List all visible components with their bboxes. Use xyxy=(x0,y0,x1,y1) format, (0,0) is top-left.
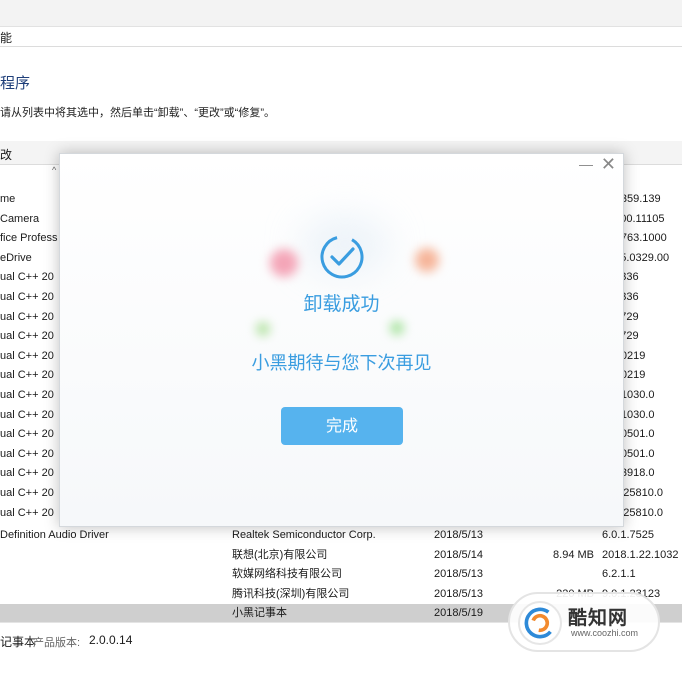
list-item[interactable]: ual C++ 20 xyxy=(0,504,60,524)
page-title: 程序 xyxy=(0,75,31,92)
close-button[interactable]: ✕ xyxy=(601,155,616,173)
address-text: 能 xyxy=(0,31,13,45)
list-item[interactable]: me xyxy=(0,190,60,210)
decorative-blob xyxy=(415,248,439,272)
list-item[interactable]: ual C++ 20 xyxy=(0,484,60,504)
cell-version: 2018.1.22.1032 xyxy=(602,548,679,561)
list-item[interactable]: ual C++ 20 xyxy=(0,288,60,308)
dialog-title: 卸载成功 xyxy=(303,293,380,315)
cell-publisher: 联想(北京)有限公司 xyxy=(232,548,328,561)
uninstall-success-dialog: — ✕ 卸载成功 小黑期待与您下次再见 完成 xyxy=(59,153,624,527)
cell-size: 8.94 MB xyxy=(553,548,594,561)
decorative-blob xyxy=(256,322,270,336)
cell-date: 2018/5/13 xyxy=(434,529,483,541)
program-name-column: me Camera fice Profess eDrive ual C++ 20… xyxy=(0,190,60,523)
done-button[interactable]: 完成 xyxy=(281,407,403,445)
column-header-name[interactable]: 改 xyxy=(0,146,12,163)
list-item[interactable]: ual C++ 20 xyxy=(0,268,60,288)
decorative-blob xyxy=(270,249,298,277)
product-version-value: 2.0.0.14 xyxy=(89,633,133,647)
selected-program-name: 记事本 xyxy=(0,635,37,649)
list-item[interactable]: ual C++ 20 xyxy=(0,386,60,406)
cell-name: Definition Audio Driver xyxy=(0,529,109,541)
list-item[interactable]: eDrive xyxy=(0,249,60,269)
table-row[interactable]: 联想(北京)有限公司 2018/5/14 8.94 MB 2018.1.22.1… xyxy=(0,546,682,566)
check-circle-icon xyxy=(320,235,364,279)
cell-version: 6.0.1.7525 xyxy=(602,529,654,541)
cell-publisher: 软媒网络科技有限公司 xyxy=(232,568,342,581)
list-item[interactable]: ual C++ 20 xyxy=(0,308,60,328)
list-item[interactable]: ual C++ 20 xyxy=(0,406,60,426)
list-item[interactable]: ual C++ 20 xyxy=(0,425,60,445)
list-item[interactable]: ual C++ 20 xyxy=(0,464,60,484)
watermark-url: www.coozhi.com xyxy=(571,628,639,638)
list-item[interactable]: ual C++ 20 xyxy=(0,366,60,386)
cell-publisher: 腾讯科技(深圳)有限公司 xyxy=(232,587,350,600)
table-row[interactable]: 软媒网络科技有限公司 2018/5/13 6.2.1.1 xyxy=(0,565,682,585)
cell-date: 2018/5/14 xyxy=(434,548,483,561)
list-item[interactable]: ual C++ 20 xyxy=(0,327,60,347)
cell-publisher: Realtek Semiconductor Corp. xyxy=(232,529,376,541)
page-instruction: 请从列表中将其选中，然后单击“卸载”、“更改”或“修复”。 xyxy=(0,107,275,119)
cell-date: 2018/5/13 xyxy=(434,587,483,600)
decorative-blob xyxy=(390,321,404,335)
cell-version: 6.2.1.1 xyxy=(602,568,636,581)
list-item[interactable]: Camera xyxy=(0,210,60,230)
list-item[interactable]: fice Profess xyxy=(0,229,60,249)
dialog-subtitle: 小黑期待与您下次再见 xyxy=(251,353,432,374)
minimize-button[interactable]: — xyxy=(579,156,593,172)
sort-arrow-icon: ^ xyxy=(52,165,57,175)
product-version-label: 产品版本: xyxy=(33,637,81,649)
address-bar[interactable]: 能 xyxy=(0,27,682,47)
list-item[interactable]: ual C++ 20 xyxy=(0,347,60,367)
window-top-bar xyxy=(0,0,682,27)
cell-date: 2018/5/13 xyxy=(434,568,483,581)
coozhi-logo-icon xyxy=(518,601,562,645)
watermark-name: 酷知网 xyxy=(568,607,629,629)
table-row[interactable]: Definition Audio Driver Realtek Semicond… xyxy=(0,526,682,546)
list-item[interactable]: ual C++ 20 xyxy=(0,445,60,465)
site-watermark: 酷知网 www.coozhi.com xyxy=(508,592,660,652)
